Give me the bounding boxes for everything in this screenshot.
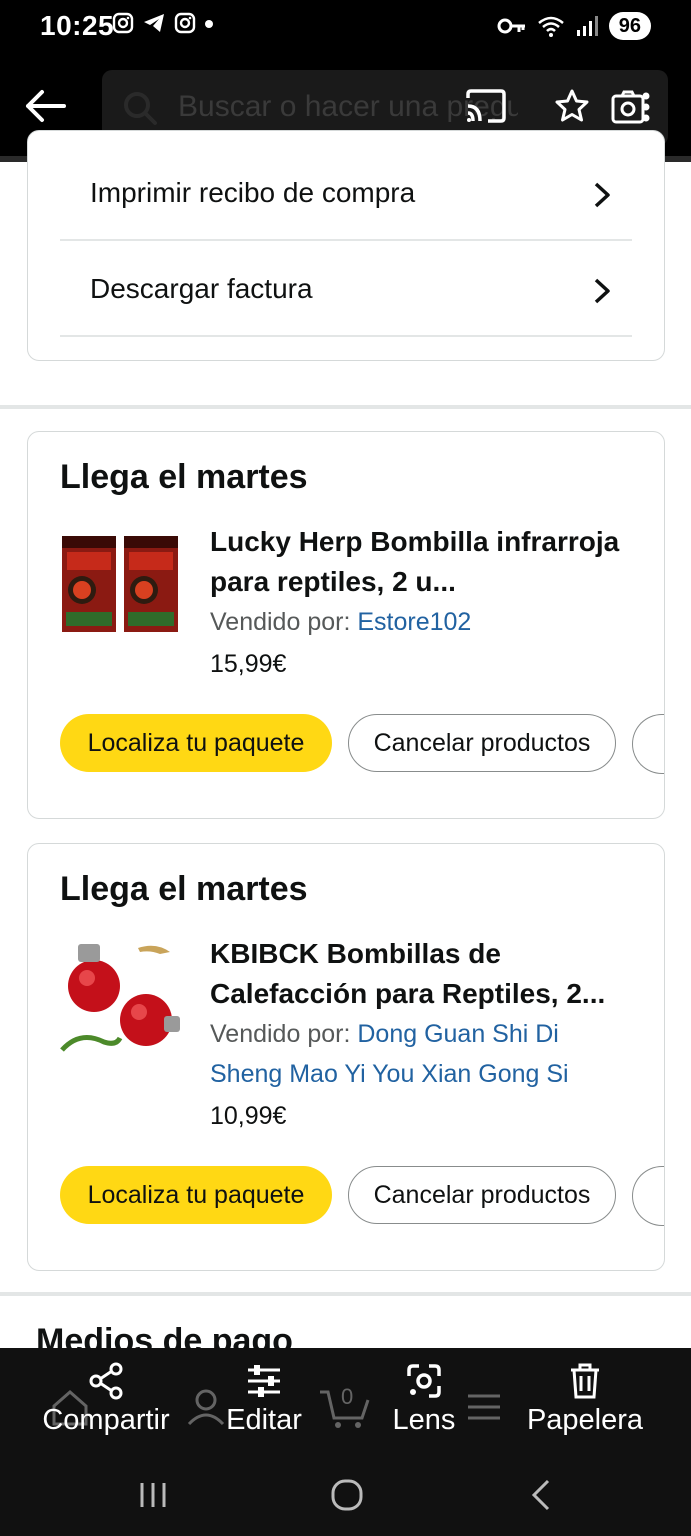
section-divider [0,1292,691,1296]
order-card: Llega el martes Lucky Herp Bombilla infr… [27,431,665,819]
seller-label: Vendido por: [210,1020,351,1048]
back-nav-icon[interactable] [528,1478,552,1512]
recent-apps-icon[interactable] [138,1480,168,1510]
status-bar: 10:25 96 [0,0,691,52]
system-icons: 96 [497,12,651,40]
order-card: Llega el martes KBIBCK Bombillas de Cale… [27,843,665,1271]
product-price: 10,99€ [210,1102,287,1130]
product-title[interactable]: KBIBCK Bombillas de Calefacción para Rep… [210,934,630,1014]
more-actions-button[interactable] [632,714,664,774]
product-title[interactable]: Lucky Herp Bombilla infrarroja para rept… [210,522,630,602]
product-image[interactable] [60,938,182,1058]
print-receipt-label: Imprimir recibo de compra [90,177,416,208]
wifi-icon [537,16,564,37]
share-icon [89,1362,123,1400]
download-invoice-label: Descargar factura [90,273,313,304]
screenshot-toolbar: 0 Compartir Editar Lens Papelera [0,1348,691,1452]
system-navigation-bar [0,1452,691,1536]
status-time: 10:25 [40,10,115,41]
cancel-products-button[interactable]: Cancelar productos [348,714,616,772]
order-actions-card: Imprimir recibo de compra Descargar fact… [27,130,665,361]
seller-line: Vendido por: Dong Guan Shi Di Sheng Mao … [210,1014,630,1094]
section-divider [0,405,691,409]
trash-icon [571,1363,599,1399]
cancel-products-button[interactable]: Cancelar productos [348,1166,616,1224]
seller-line: Vendido por: Estore102 [210,602,630,642]
share-button[interactable]: Compartir [36,1362,176,1437]
more-options-icon[interactable] [640,88,652,126]
star-icon[interactable] [554,88,590,124]
track-package-button[interactable]: Localiza tu paquete [60,1166,332,1224]
back-arrow-icon [26,90,66,122]
vpn-key-icon [497,18,525,34]
back-button[interactable] [20,86,68,126]
infrared-lamp-boxes-image [62,536,178,632]
home-nav-icon[interactable] [330,1478,364,1512]
print-receipt-row[interactable]: Imprimir recibo de compra [60,143,632,241]
instagram-icon [112,12,134,34]
menu-icon [468,1394,500,1420]
heat-bulbs-image [60,944,180,1052]
edit-label: Editar [226,1404,302,1436]
cast-icon[interactable] [464,88,508,124]
lens-label: Lens [392,1404,456,1436]
track-package-button[interactable]: Localiza tu paquete [60,714,332,772]
battery-badge: 96 [608,12,651,40]
search-icon [124,92,157,125]
sliders-icon [248,1365,280,1397]
chevron-right-icon [594,182,610,208]
share-label: Compartir [42,1404,170,1436]
delivery-heading: Llega el martes [60,458,308,496]
lens-button[interactable]: Lens [384,1362,464,1437]
notification-icons [112,12,214,34]
telegram-icon [144,14,164,32]
seller-link[interactable]: Estore102 [357,608,471,636]
chevron-right-icon [594,278,610,304]
seller-label: Vendido por: [210,608,351,636]
cart-count: 0 [341,1384,354,1409]
more-actions-button[interactable] [632,1166,664,1226]
download-invoice-row[interactable]: Descargar factura [60,239,632,337]
product-image[interactable] [60,532,182,634]
signal-icon [576,16,598,36]
dot-icon [205,20,213,28]
lens-icon [407,1364,441,1398]
product-price: 15,99€ [210,650,287,678]
delivery-heading: Llega el martes [60,870,308,908]
instagram-icon [174,12,196,34]
trash-button[interactable]: Papelera [522,1362,648,1437]
edit-button[interactable]: Editar [216,1362,312,1437]
trash-label: Papelera [526,1404,644,1436]
